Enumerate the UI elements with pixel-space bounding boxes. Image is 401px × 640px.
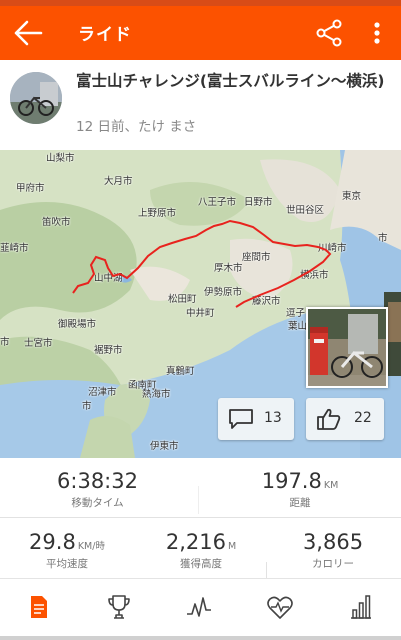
overview-icon[interactable] <box>23 592 53 622</box>
moving-time-label: 移動タイム <box>71 497 124 509</box>
elevation-value: 2,216 <box>165 530 226 554</box>
distance-value: 197.8 <box>261 469 322 493</box>
moving-time-value: 6:38:32 <box>57 469 138 493</box>
activity-stats: 6:38:32 移動タイム 197.8 KM 距離 29.8 KM/時 平均速度 2… <box>0 458 401 578</box>
kudos-count: 22 <box>354 410 372 426</box>
activity-title: 富士山チャレンジ(富士スバルライン〜横浜) <box>76 72 385 90</box>
comment-count: 13 <box>264 410 282 426</box>
app-bar-title: ライド <box>78 25 132 45</box>
elevation-label: 獲得高度 <box>180 558 222 570</box>
photo-thumbnail[interactable] <box>306 307 388 388</box>
activity-date-athlete: 12 日前、たけ まさ <box>76 119 197 135</box>
divider <box>266 562 267 578</box>
athlete-avatar[interactable] <box>10 72 62 124</box>
activity-header: 富士山チャレンジ(富士スバルライン〜横浜) 12 日前、たけ まさ <box>0 60 401 150</box>
avg-speed-label: 平均速度 <box>46 558 88 570</box>
divider <box>0 517 401 518</box>
comment-icon <box>229 409 253 429</box>
avg-speed-unit: KM/時 <box>77 541 105 552</box>
elevation-stat: 2,216 M <box>136 530 266 554</box>
nav-edge <box>0 636 401 640</box>
avg-speed-stat: 29.8 KM/時 <box>4 530 130 554</box>
share-icon[interactable] <box>314 18 344 48</box>
comments-button[interactable]: 13 <box>218 398 294 440</box>
distance-unit: KM <box>323 480 339 491</box>
kudos-button[interactable]: 22 <box>306 398 384 440</box>
calories-label: カロリー <box>312 558 354 570</box>
calories-value: 3,865 <box>302 530 364 554</box>
bottom-tab-bar <box>0 578 401 637</box>
elevation-unit: M <box>227 541 237 552</box>
more-options-icon[interactable] <box>367 18 387 48</box>
distance-stat: 197.8 KM <box>230 469 370 493</box>
distance-label: 距離 <box>289 497 311 509</box>
segments-icon[interactable] <box>346 592 376 622</box>
heart-rate-icon[interactable] <box>265 592 295 622</box>
thumbs-up-icon <box>317 408 341 430</box>
avg-speed-value: 29.8 <box>29 530 76 554</box>
app-bar: ライド <box>0 6 401 60</box>
divider <box>198 486 199 514</box>
trophy-icon[interactable] <box>104 592 134 622</box>
back-arrow-icon[interactable] <box>12 19 44 47</box>
analysis-icon[interactable] <box>184 592 214 622</box>
